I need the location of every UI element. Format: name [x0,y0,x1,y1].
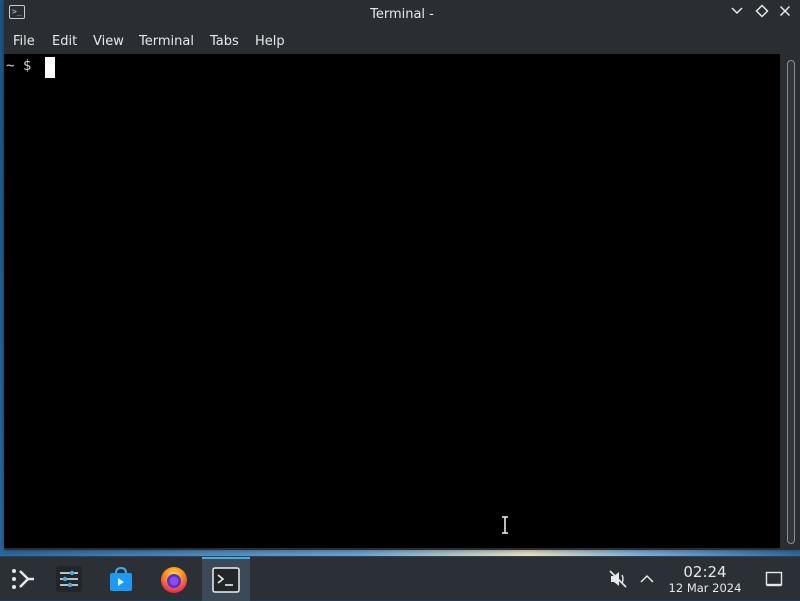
terminal-window: >_ Terminal - File Edit View Terminal Ta… [4,0,800,550]
diamond-icon [755,4,769,18]
system-tray-expand-button[interactable] [630,557,664,601]
show-desktop-icon [765,571,783,587]
chevron-up-icon [640,574,654,583]
system-settings-button[interactable] [46,557,92,601]
show-desktop-button[interactable] [756,557,792,601]
vertical-scrollbar[interactable] [780,54,800,548]
terminal-icon [212,567,240,593]
ibeam-cursor-icon [502,516,508,534]
menu-terminal[interactable]: Terminal [135,29,198,54]
application-launcher-icon [12,569,34,589]
menu-file[interactable]: File [9,29,39,54]
minimize-button[interactable] [727,4,747,24]
taskbar: 02:24 12 Mar 2024 [0,556,800,601]
system-settings-icon [56,566,82,592]
menu-help[interactable]: Help [251,29,289,54]
menu-tabs[interactable]: Tabs [206,29,243,54]
discover-store-icon [110,566,132,591]
menu-bar: File Edit View Terminal Tabs Help [4,29,800,54]
maximize-button[interactable] [752,4,772,24]
title-bar[interactable]: >_ Terminal - [4,0,800,29]
clock-time[interactable]: 02:24 [660,563,750,581]
discover-store-button[interactable] [98,557,144,601]
shell-prompt: ~ $ [6,58,32,74]
volume-muted-icon [609,570,627,588]
firefox-icon [161,567,187,593]
scrollbar-thumb[interactable] [787,60,795,544]
terminal-task-button[interactable] [202,557,250,601]
firefox-button[interactable] [151,557,197,601]
text-cursor [45,57,55,78]
close-button[interactable] [775,4,795,24]
clock-date[interactable]: 12 Mar 2024 [660,581,750,595]
terminal-output-area[interactable]: ~ $ [4,54,780,548]
menu-edit[interactable]: Edit [48,29,81,54]
application-launcher-button[interactable] [0,557,46,601]
menu-view[interactable]: View [89,29,128,54]
close-icon [779,5,791,17]
chevron-down-icon [731,7,743,15]
window-title: Terminal - [370,7,434,22]
